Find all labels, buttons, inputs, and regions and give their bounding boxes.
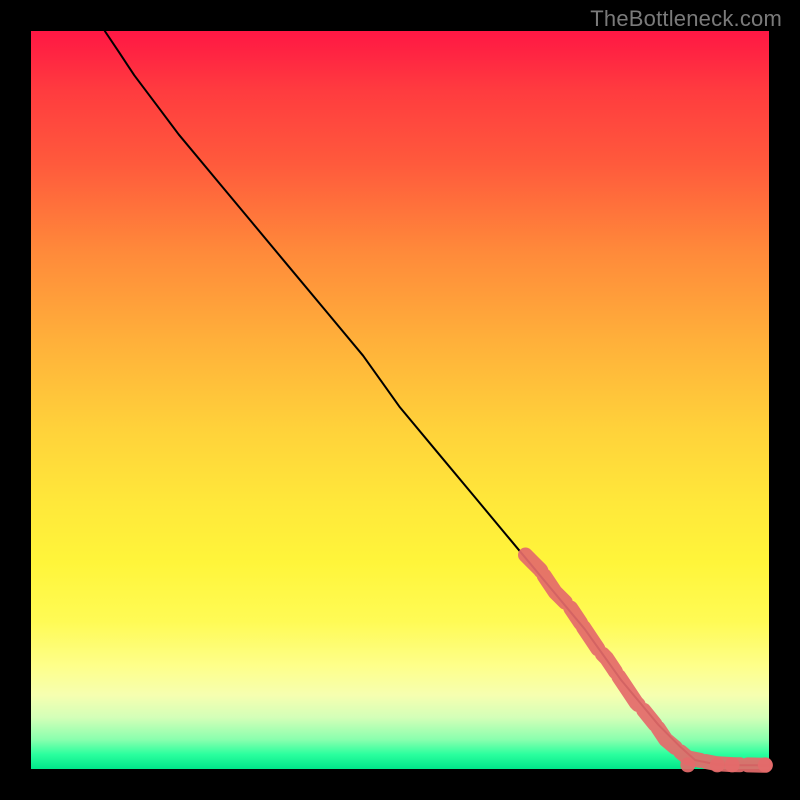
curve-line xyxy=(105,31,769,765)
watermark-text: TheBottleneck.com xyxy=(590,6,782,32)
chart-frame: TheBottleneck.com xyxy=(0,0,800,800)
highlight-dots xyxy=(526,555,773,772)
chart-svg xyxy=(31,31,769,769)
